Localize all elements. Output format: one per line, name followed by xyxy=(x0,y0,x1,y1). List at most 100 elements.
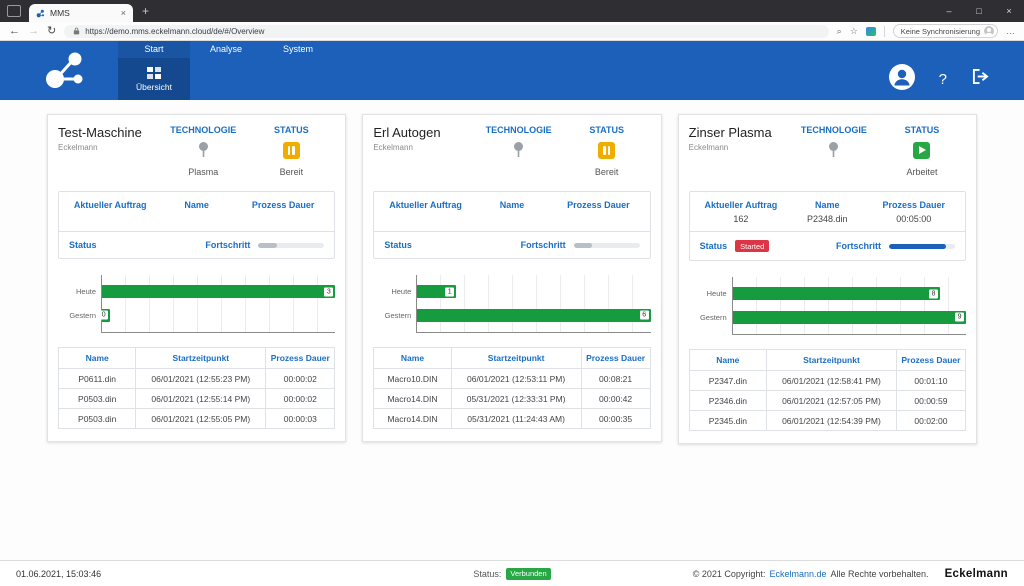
machine-card: Zinser Plasma Eckelmann TECHNOLOGIE STAT… xyxy=(678,114,977,444)
sync-status-button[interactable]: Keine Synchronisierung xyxy=(893,24,998,38)
chart-bar-gestern: 9 xyxy=(733,311,966,324)
job-order-value: 162 xyxy=(698,214,784,225)
machine-card: Test-Maschine Eckelmann TECHNOLOGIE Plas… xyxy=(47,114,346,442)
history-header-start: Startzeitpunkt xyxy=(136,348,266,369)
tab-actions-icon[interactable] xyxy=(7,5,21,17)
technology-pin-icon xyxy=(828,142,839,158)
job-order-heading: Aktueller Auftrag xyxy=(382,200,468,210)
browser-tab-mms[interactable]: MMS × xyxy=(29,4,133,22)
user-avatar-icon[interactable] xyxy=(889,64,915,95)
url-text[interactable]: https://demo.mms.eckelmann.cloud/de/#/Ov… xyxy=(85,27,264,36)
history-cell: 00:00:59 xyxy=(896,391,965,411)
chart-plot-area: 1 6 xyxy=(416,275,650,333)
job-duration-value xyxy=(240,214,326,225)
mms-favicon-icon xyxy=(36,9,45,18)
technology-value: Plasma xyxy=(159,167,247,177)
nav-item-analyse[interactable]: Analyse xyxy=(190,41,262,58)
status-value: Bereit xyxy=(563,167,651,177)
back-button[interactable]: ← xyxy=(9,26,20,37)
table-row: P0503.din 06/01/2021 (12:55:14 PM) 00:00… xyxy=(59,389,335,409)
chart-bar-value: 8 xyxy=(929,289,938,298)
history-header-name: Name xyxy=(689,350,766,371)
history-header-duration: Prozess Dauer xyxy=(581,348,650,369)
chart-bar-value: 9 xyxy=(955,313,964,322)
nav-item-system[interactable]: System xyxy=(262,41,334,58)
browser-menu-icon[interactable]: … xyxy=(1006,27,1015,36)
collections-icon[interactable] xyxy=(866,27,876,36)
machine-card: Erl Autogen Eckelmann TECHNOLOGIE STATUS… xyxy=(362,114,661,442)
app-logo-icon[interactable] xyxy=(42,48,88,97)
job-duration-heading: Prozess Dauer xyxy=(555,200,641,210)
current-job-box: Aktueller Auftrag Name Prozess Dauer Sta… xyxy=(58,191,335,259)
daily-jobs-bar-chart: Heute Gestern 8 9 xyxy=(689,277,966,335)
technology-heading: TECHNOLOGIE xyxy=(790,125,878,135)
refresh-button[interactable]: ↻ xyxy=(47,26,56,37)
table-row: Macro14.DIN 05/31/2021 (12:33:31 PM) 00:… xyxy=(374,389,650,409)
new-tab-button[interactable]: + xyxy=(142,5,149,17)
status-icon xyxy=(598,142,615,159)
history-cell: Macro14.DIN xyxy=(374,409,451,429)
zoom-icon[interactable]: ⌕ xyxy=(837,27,842,36)
chart-bar-value: 3 xyxy=(324,287,333,296)
job-status-badge: Started xyxy=(735,240,769,252)
history-cell: 05/31/2021 (12:33:31 PM) xyxy=(451,389,581,409)
minimize-button[interactable]: – xyxy=(934,0,964,22)
browser-address-bar: ← → ↻ https://demo.mms.eckelmann.cloud/d… xyxy=(0,22,1024,41)
help-button[interactable]: ? xyxy=(939,71,947,88)
history-header-duration: Prozess Dauer xyxy=(266,348,335,369)
history-cell: 00:02:00 xyxy=(896,411,965,431)
nav-item-start[interactable]: Start xyxy=(118,41,190,58)
progress-bar xyxy=(574,243,640,248)
job-duration-value xyxy=(555,214,641,225)
job-duration-value: 00:05:00 xyxy=(871,214,957,225)
history-cell: 00:00:03 xyxy=(266,409,335,429)
chart-bar-gestern: 6 xyxy=(417,309,650,322)
job-name-value: P2348.din xyxy=(784,214,870,225)
history-cell: P2346.din xyxy=(689,391,766,411)
job-order-heading: Aktueller Auftrag xyxy=(67,200,153,210)
header-actions: ? xyxy=(889,58,1024,100)
job-progress-heading: Fortschritt xyxy=(836,241,881,251)
history-cell: 00:01:10 xyxy=(896,371,965,391)
maximize-button[interactable]: □ xyxy=(964,0,994,22)
subnav-item-uebersicht[interactable]: Übersicht xyxy=(118,58,190,100)
history-cell: 06/01/2021 (12:58:41 PM) xyxy=(767,371,897,391)
table-row: P0611.din 06/01/2021 (12:55:23 PM) 00:00… xyxy=(59,369,335,389)
history-header-start: Startzeitpunkt xyxy=(767,350,897,371)
tab-title: MMS xyxy=(50,8,116,18)
history-cell: P0503.din xyxy=(59,409,136,429)
chart-category-label: Heute xyxy=(76,287,96,296)
favorites-star-icon[interactable]: ☆ xyxy=(850,27,858,36)
status-value: Arbeitet xyxy=(878,167,966,177)
rights-text: Alle Rechte vorbehalten. xyxy=(831,569,929,579)
copyright-text: © 2021 Copyright: xyxy=(693,569,766,579)
close-window-button[interactable]: × xyxy=(994,0,1024,22)
connection-status-badge: Verbunden xyxy=(506,568,550,580)
url-box[interactable]: https://demo.mms.eckelmann.cloud/de/#/Ov… xyxy=(64,25,828,38)
job-name-value xyxy=(153,214,239,225)
lock-icon xyxy=(73,27,80,35)
status-icon xyxy=(913,142,930,159)
overview-grid-icon xyxy=(147,67,161,79)
logout-icon[interactable] xyxy=(971,68,990,90)
table-row: P2346.din 06/01/2021 (12:57:05 PM) 00:00… xyxy=(689,391,965,411)
history-cell: 06/01/2021 (12:55:14 PM) xyxy=(136,389,266,409)
close-tab-icon[interactable]: × xyxy=(121,9,126,18)
browser-profile-icon xyxy=(984,26,994,36)
chart-bar-value: 6 xyxy=(640,311,649,320)
connection-status-label: Status: xyxy=(473,569,501,579)
subnav-label: Übersicht xyxy=(136,82,172,92)
sub-nav-bar: Übersicht ? xyxy=(0,58,1024,100)
history-cell: P0611.din xyxy=(59,369,136,389)
sync-status-label: Keine Synchronisierung xyxy=(901,27,980,36)
job-history-table: Name Startzeitpunkt Prozess Dauer P2347.… xyxy=(689,349,966,431)
machine-vendor: Eckelmann xyxy=(373,143,474,152)
job-duration-heading: Prozess Dauer xyxy=(871,200,957,210)
job-progress-heading: Fortschritt xyxy=(205,240,250,250)
window-controls: – □ × xyxy=(934,0,1024,22)
status-heading: STATUS xyxy=(563,125,651,135)
eckelmann-link[interactable]: Eckelmann.de xyxy=(769,569,826,579)
current-job-box: Aktueller Auftrag 162 Name P2348.din Pro… xyxy=(689,191,966,261)
job-history-table: Name Startzeitpunkt Prozess Dauer P0611.… xyxy=(58,347,335,429)
table-row: Macro14.DIN 05/31/2021 (11:24:43 AM) 00:… xyxy=(374,409,650,429)
